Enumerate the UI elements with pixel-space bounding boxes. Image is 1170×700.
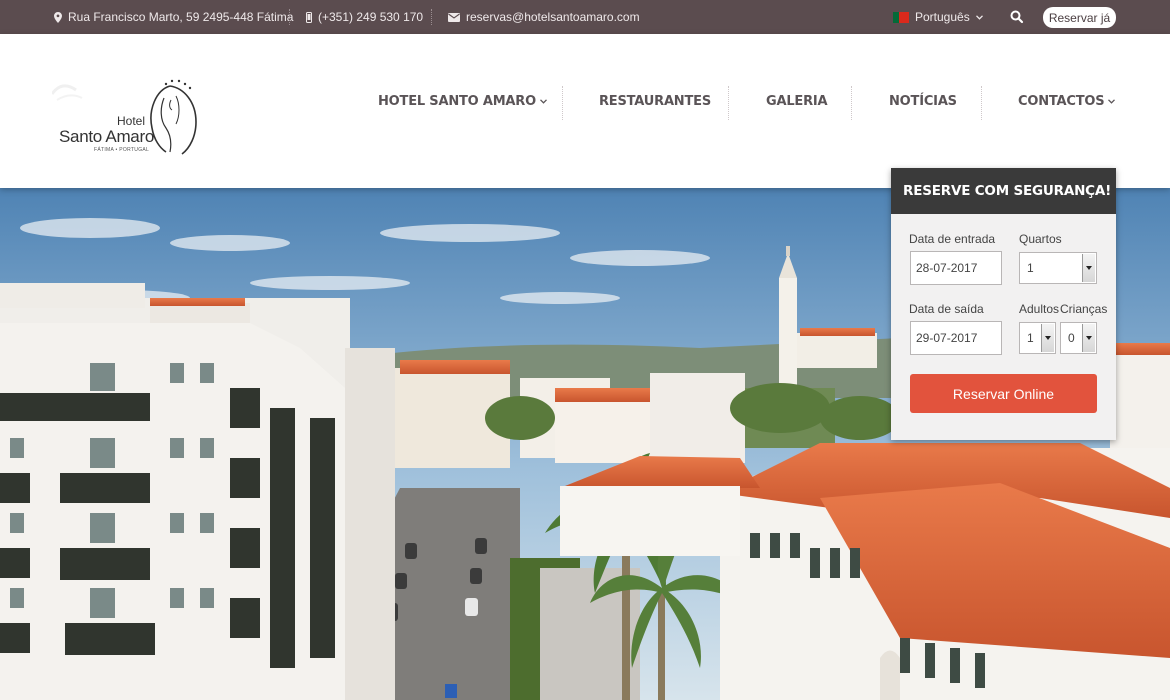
nav-label: HOTEL SANTO AMARO — [378, 94, 536, 109]
checkin-value: 28-07-2017 — [916, 261, 978, 275]
search-icon — [1010, 10, 1024, 24]
rooms-label: Quartos — [1019, 232, 1062, 246]
phone-info[interactable]: (+351) 249 530 170 — [306, 0, 423, 34]
booking-title: RESERVE COM SEGURANÇA! — [891, 168, 1116, 214]
nav-label: NOTÍCIAS — [889, 94, 957, 109]
site-header: Hotel Santo Amaro FÁTIMA • PORTUGAL HOTE… — [0, 34, 1170, 188]
adults-value: 1 — [1027, 331, 1034, 345]
divider — [431, 9, 432, 25]
nav-label: CONTACTOS — [1018, 94, 1105, 109]
rooms-value: 1 — [1027, 261, 1034, 275]
phone-text: (+351) 249 530 170 — [318, 10, 424, 24]
nav-divider — [728, 86, 729, 120]
adults-select[interactable]: 1 — [1019, 322, 1056, 354]
chevron-down-icon — [1041, 324, 1054, 352]
chevron-down-icon — [1082, 324, 1095, 352]
language-selector[interactable]: Português — [893, 0, 983, 34]
logo-name-text: Santo Amaro — [59, 127, 154, 146]
divider — [289, 9, 290, 25]
nav-divider — [851, 86, 852, 120]
nav-galeria[interactable]: GALERIA — [766, 94, 828, 109]
checkin-label: Data de entrada — [909, 232, 996, 246]
checkin-date-input[interactable]: 28-07-2017 — [910, 251, 1002, 285]
address-info: Rua Francisco Marto, 59 2495-448 Fátima — [54, 0, 293, 34]
nav-restaurantes[interactable]: RESTAURANTES — [599, 94, 711, 109]
portugal-flag-icon — [893, 11, 909, 23]
nav-label: GALERIA — [766, 94, 828, 109]
chevron-down-icon — [540, 99, 547, 104]
book-now-button[interactable]: Reservar já — [1043, 7, 1116, 28]
email-text: reservas@hotelsantoamaro.com — [466, 10, 640, 24]
checkout-label: Data de saída — [909, 302, 984, 316]
chevron-down-icon — [975, 14, 983, 20]
reserve-online-button[interactable]: Reservar Online — [910, 374, 1097, 413]
checkout-date-input[interactable]: 29-07-2017 — [910, 321, 1002, 355]
top-bar: Rua Francisco Marto, 59 2495-448 Fátima … — [0, 0, 1170, 34]
phone-icon — [306, 11, 312, 23]
adults-label: Adultos — [1019, 302, 1060, 316]
checkout-value: 29-07-2017 — [916, 331, 978, 345]
logo-hotel-text: Hotel — [117, 114, 146, 128]
email-info[interactable]: reservas@hotelsantoamaro.com — [448, 0, 640, 34]
chevron-down-icon — [1108, 99, 1116, 104]
nav-noticias[interactable]: NOTÍCIAS — [889, 94, 957, 109]
language-label: Português — [915, 10, 970, 24]
logo-location-text: FÁTIMA • PORTUGAL — [94, 147, 150, 153]
children-label: Crianças — [1060, 302, 1108, 316]
nav-divider — [981, 86, 982, 120]
address-text: Rua Francisco Marto, 59 2495-448 Fátima — [68, 10, 294, 24]
nav-hotel-santo-amaro[interactable]: HOTEL SANTO AMARO — [378, 94, 547, 109]
envelope-icon — [448, 12, 460, 22]
nav-contactos[interactable]: CONTACTOS — [1018, 94, 1116, 109]
map-marker-icon — [54, 11, 62, 23]
search-button[interactable] — [1010, 10, 1024, 24]
nav-label: RESTAURANTES — [599, 94, 711, 109]
nav-divider — [562, 86, 563, 120]
children-select[interactable]: 0 — [1060, 322, 1097, 354]
booking-widget: RESERVE COM SEGURANÇA! Data de entrada 2… — [891, 168, 1116, 440]
children-value: 0 — [1068, 331, 1075, 345]
chevron-down-icon — [1082, 254, 1095, 282]
rooms-select[interactable]: 1 — [1019, 252, 1097, 284]
